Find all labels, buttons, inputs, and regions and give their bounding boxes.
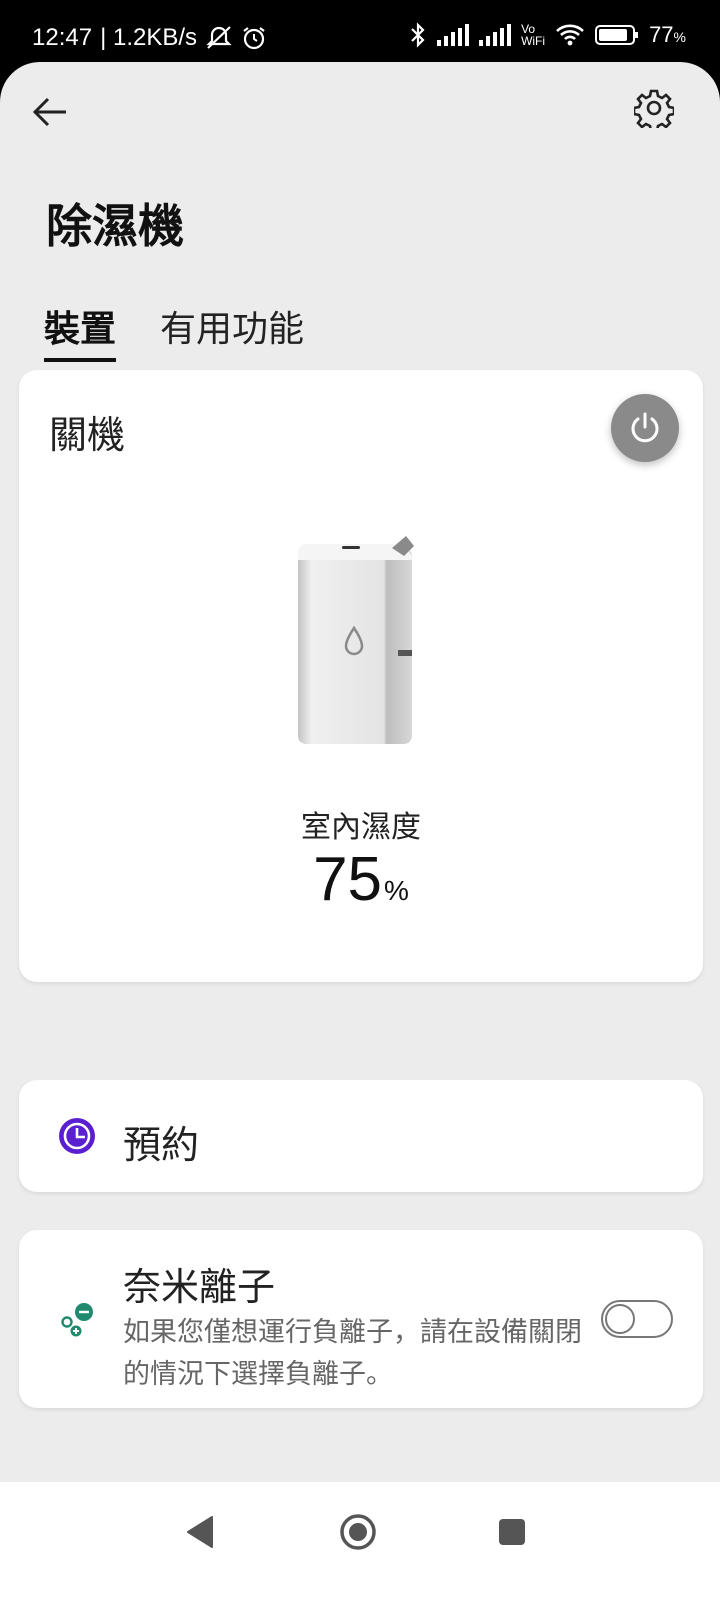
wifi-icon (555, 23, 585, 47)
schedule-row[interactable]: 預約 (19, 1080, 703, 1192)
app-screen: 除濕機 裝置 有用功能 關機 室內濕度 75% 預約 奈米離子 如果您僅想運行負… (0, 62, 720, 1512)
clock-time: 12:47 (32, 24, 93, 51)
schedule-label: 預約 (123, 1123, 200, 1167)
silent-icon (205, 25, 233, 51)
network-speed: | 1.2KB/s (100, 24, 198, 51)
system-nav-bar (0, 1482, 720, 1600)
nano-ion-title: 奈米離子 (123, 1265, 276, 1309)
vowifi-icon: Vo WiFi (521, 22, 546, 48)
nav-back-button[interactable] (174, 1506, 226, 1558)
dehumidifier-image (298, 536, 414, 744)
toggle-knob (605, 1304, 635, 1334)
humidity-value: 75 (313, 845, 383, 914)
tab-useful-functions[interactable]: 有用功能 (160, 300, 304, 358)
gear-icon (634, 89, 674, 128)
humidity-label: 室內濕度 (301, 810, 421, 845)
signal-icon-2 (479, 24, 512, 46)
power-status-label: 關機 (49, 413, 126, 457)
device-card: 關機 室內濕度 75% (19, 370, 703, 982)
tab-device[interactable]: 裝置 (44, 300, 117, 362)
bluetooth-icon (409, 22, 427, 48)
battery-icon (595, 24, 639, 46)
tab-bar: 裝置 有用功能 (44, 300, 304, 362)
nav-recents-icon (499, 1519, 525, 1545)
nano-ion-toggle[interactable] (601, 1300, 673, 1338)
battery-level: 77% (649, 22, 686, 47)
nav-back-icon (187, 1516, 213, 1548)
back-button[interactable] (28, 90, 72, 134)
nav-home-button[interactable] (332, 1506, 384, 1558)
nano-ion-description: 如果您僅想運行負離子，請在設備關閉的情況下選擇負離子。 (123, 1317, 582, 1390)
page-title: 除濕機 (46, 199, 184, 253)
nav-recents-button[interactable] (486, 1506, 538, 1558)
arrow-left-icon (32, 97, 66, 127)
signal-icon (437, 24, 470, 46)
clock-icon (59, 1118, 95, 1154)
power-icon (631, 412, 659, 443)
humidity-unit: % (384, 875, 409, 906)
ion-icon (61, 1303, 93, 1337)
humidity-reading: 75% (19, 844, 703, 915)
power-button[interactable] (611, 394, 679, 462)
nav-home-icon (340, 1514, 376, 1550)
nano-ion-row: 奈米離子 如果您僅想運行負離子，請在設備關閉的情況下選擇負離子。 (19, 1230, 703, 1408)
alarm-icon (241, 25, 267, 51)
settings-button[interactable] (630, 84, 678, 132)
